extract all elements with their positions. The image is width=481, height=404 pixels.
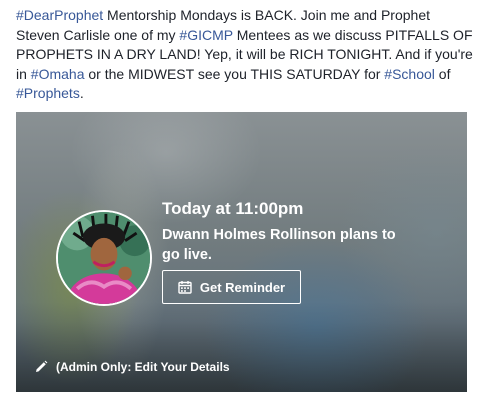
hashtag-link[interactable]: #GICMP: [179, 27, 232, 43]
hashtag-link[interactable]: #School: [384, 66, 435, 82]
admin-edit-label: (Admin Only: Edit Your Details: [56, 360, 230, 374]
live-preview-card: Today at 11:00pm Dwann Holmes Rollinson …: [16, 112, 467, 392]
post-text: #DearProphet Mentorship Mondays is BACK.…: [16, 6, 476, 104]
event-description: Dwann Holmes Rollinson plans to go live.: [162, 227, 396, 263]
hashtag-link[interactable]: #DearProphet: [16, 7, 103, 23]
pencil-icon: [36, 360, 48, 372]
profile-photo: [58, 212, 150, 304]
calendar-icon: [178, 281, 192, 294]
post-text-segment: or the MIDWEST see you THIS SATURDAY for: [84, 65, 385, 82]
event-time: Today at 11:00pm: [162, 199, 304, 218]
avatar[interactable]: [56, 210, 152, 306]
post-text-segment: of: [434, 65, 451, 82]
get-reminder-button[interactable]: Get Reminder: [162, 270, 301, 304]
hashtag-link[interactable]: #Prophets: [16, 85, 80, 101]
hashtag-link[interactable]: #Omaha: [31, 66, 85, 82]
post-text-segment: .: [79, 85, 84, 101]
get-reminder-label: Get Reminder: [199, 279, 286, 295]
admin-edit-link[interactable]: (Admin Only: Edit Your Details: [34, 360, 230, 374]
